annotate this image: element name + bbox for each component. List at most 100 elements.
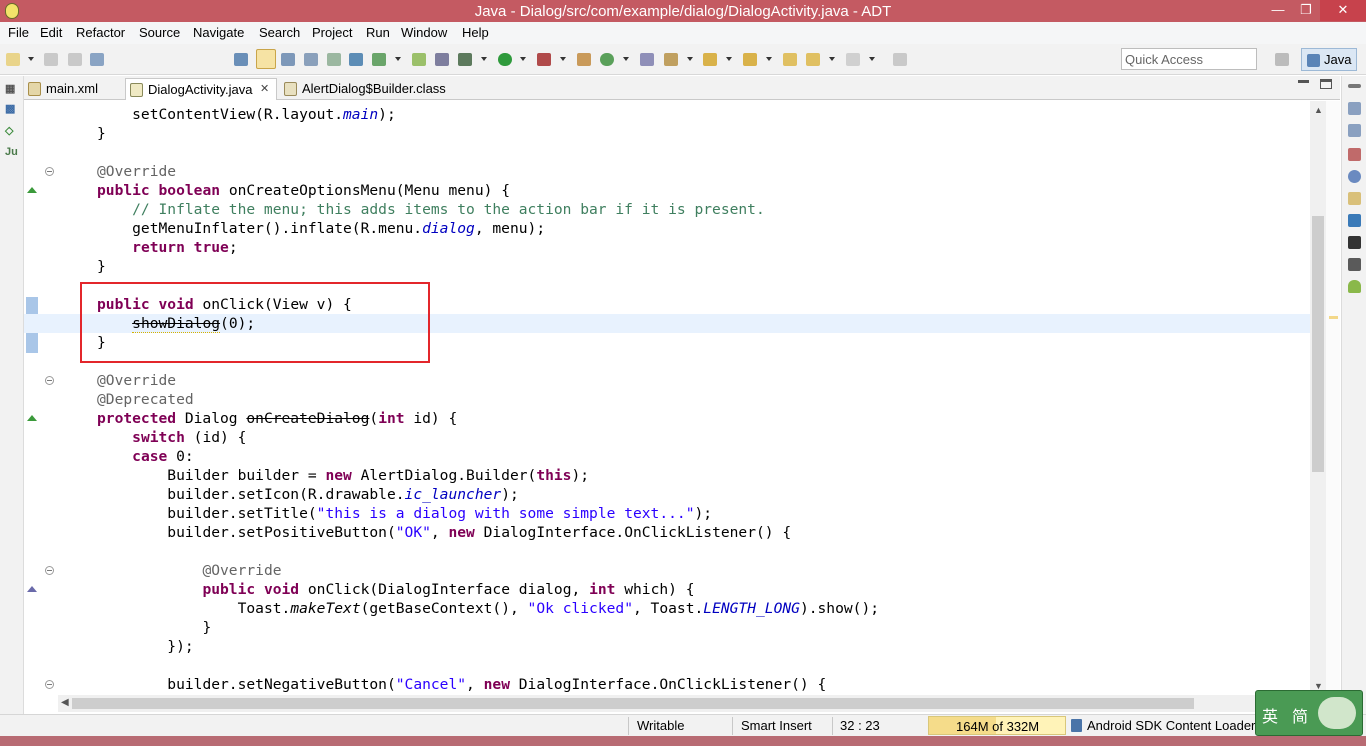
heap-status[interactable]: 164M of 332M xyxy=(928,716,1066,735)
menu-run[interactable]: Run xyxy=(366,25,390,40)
ime-language-widget[interactable]: 英 简 xyxy=(1255,690,1363,736)
menu-window[interactable]: Window xyxy=(401,25,447,40)
ime-lang-label[interactable]: 英 xyxy=(1262,703,1278,727)
progress-job-icon[interactable] xyxy=(1071,719,1082,732)
back-icon[interactable] xyxy=(806,53,820,66)
tab-main-xml[interactable]: main.xml xyxy=(24,78,122,100)
new-class-dropdown-icon[interactable] xyxy=(623,57,629,61)
open-perspective-icon[interactable] xyxy=(1275,53,1289,66)
tab-label: main.xml xyxy=(46,81,99,96)
sdk-manager-icon[interactable] xyxy=(327,53,341,66)
close-button[interactable]: ✕ xyxy=(1320,0,1366,21)
print-icon[interactable] xyxy=(90,53,104,66)
new-dropdown-icon[interactable] xyxy=(28,57,34,61)
run-dropdown-icon[interactable] xyxy=(520,57,526,61)
previous-annotation-dropdown-icon[interactable] xyxy=(766,57,772,61)
avd-manager-icon[interactable] xyxy=(349,53,363,66)
menu-file[interactable]: File xyxy=(8,25,29,40)
menu-bar: File Edit Refactor Source Navigate Searc… xyxy=(0,22,1366,44)
outline-view-icon[interactable] xyxy=(1348,124,1361,137)
minimize-button[interactable]: — xyxy=(1264,0,1292,21)
horizontal-scroll-thumb[interactable] xyxy=(72,698,1194,709)
ime-mode-label[interactable]: 简 xyxy=(1292,703,1308,727)
restore-view-icon[interactable]: ▦ xyxy=(5,82,19,96)
console-icon[interactable] xyxy=(1348,214,1361,227)
previous-annotation-icon[interactable] xyxy=(743,53,757,66)
tab-dialogactivity-java[interactable]: DialogActivity.java ✕ xyxy=(125,78,277,100)
new-android-project-icon[interactable] xyxy=(412,53,426,66)
run-icon[interactable] xyxy=(498,53,512,66)
right-trim-bar xyxy=(1341,76,1366,716)
code-line: builder.setPositiveButton("OK", new Dial… xyxy=(167,524,792,541)
block-selection-icon[interactable] xyxy=(281,53,295,66)
code-line: @Override xyxy=(97,372,177,389)
minimize-view-icon[interactable] xyxy=(1348,84,1361,88)
back-dropdown-icon[interactable] xyxy=(829,57,835,61)
android-icon[interactable] xyxy=(1348,280,1361,293)
scroll-up-icon[interactable]: ▲ xyxy=(1314,105,1323,115)
close-tab-icon[interactable]: ✕ xyxy=(260,82,269,95)
menu-project[interactable]: Project xyxy=(312,25,352,40)
pin-editor-icon[interactable] xyxy=(893,53,907,66)
menu-help[interactable]: Help xyxy=(462,25,489,40)
status-cursor-position: 32 : 23 xyxy=(840,718,880,733)
java-perspective-button[interactable]: Java xyxy=(1301,48,1357,71)
search-tools-icon[interactable] xyxy=(664,53,678,66)
key-icon[interactable] xyxy=(234,53,248,66)
maximize-editor-icon[interactable] xyxy=(1320,79,1332,89)
code-line: Builder builder = new AlertDialog.Builde… xyxy=(167,467,590,484)
new-icon[interactable] xyxy=(6,53,20,66)
save-icon[interactable] xyxy=(44,53,58,66)
lint-icon[interactable] xyxy=(372,53,386,66)
javadoc-icon[interactable] xyxy=(1348,170,1361,183)
declaration-icon[interactable] xyxy=(1348,192,1361,205)
external-tools-dropdown-icon[interactable] xyxy=(560,57,566,61)
junit-icon[interactable]: Ju xyxy=(5,146,19,160)
scroll-left-icon[interactable]: ◀ xyxy=(61,697,69,708)
search-dropdown-icon[interactable] xyxy=(687,57,693,61)
tab-label: DialogActivity.java xyxy=(148,82,253,97)
menu-navigate[interactable]: Navigate xyxy=(193,25,244,40)
problems-icon[interactable] xyxy=(1348,148,1361,161)
debug-icon[interactable] xyxy=(458,53,472,66)
vertical-scrollbar[interactable]: ▲ ▼ xyxy=(1310,101,1326,695)
status-background-job[interactable]: Android SDK Content Loader xyxy=(1087,718,1255,733)
code-line: setContentView(R.layout.main); xyxy=(97,106,396,123)
last-edit-location-icon[interactable] xyxy=(783,53,797,66)
external-tools-icon[interactable] xyxy=(537,53,551,66)
forward-icon[interactable] xyxy=(846,53,860,66)
lint-dropdown-icon[interactable] xyxy=(395,57,401,61)
menu-source[interactable]: Source xyxy=(139,25,180,40)
device-icon[interactable] xyxy=(1348,236,1361,249)
outline-icon[interactable]: ◇ xyxy=(5,124,19,138)
task-list-icon[interactable] xyxy=(1348,102,1361,115)
horizontal-scrollbar[interactable]: ◀ xyxy=(58,695,1310,712)
overview-ruler[interactable] xyxy=(1326,101,1340,695)
code-line: @Deprecated xyxy=(97,391,194,408)
show-whitespace-icon[interactable] xyxy=(304,53,318,66)
menu-refactor[interactable]: Refactor xyxy=(76,25,125,40)
save-all-icon[interactable] xyxy=(68,53,82,66)
menu-search[interactable]: Search xyxy=(259,25,300,40)
minimize-editor-icon[interactable] xyxy=(1298,80,1309,83)
tab-alertdialog-builder-class[interactable]: AlertDialog$Builder.class xyxy=(280,78,455,100)
forward-dropdown-icon[interactable] xyxy=(869,57,875,61)
logcat-icon[interactable] xyxy=(1348,258,1361,271)
class-file-icon xyxy=(284,82,297,96)
debug-dropdown-icon[interactable] xyxy=(481,57,487,61)
code-editor[interactable]: setContentView(R.layout.main); } @Overri… xyxy=(24,101,1326,695)
quick-access-input[interactable]: Quick Access xyxy=(1121,48,1257,70)
skip-breakpoints-icon[interactable] xyxy=(435,53,449,66)
next-annotation-icon[interactable] xyxy=(703,53,717,66)
warning-overview-mark[interactable] xyxy=(1329,316,1338,319)
restore-button[interactable]: ❐ xyxy=(1292,0,1320,21)
open-type-icon[interactable] xyxy=(640,53,654,66)
vertical-scroll-thumb[interactable] xyxy=(1312,216,1324,472)
new-java-class-icon[interactable] xyxy=(600,53,614,66)
mark-occurrences-icon[interactable] xyxy=(256,49,276,69)
new-java-package-icon[interactable] xyxy=(577,53,591,66)
highlight-annotation-box xyxy=(80,282,430,363)
package-explorer-icon[interactable]: ▩ xyxy=(5,102,19,116)
next-annotation-dropdown-icon[interactable] xyxy=(726,57,732,61)
menu-edit[interactable]: Edit xyxy=(40,25,62,40)
